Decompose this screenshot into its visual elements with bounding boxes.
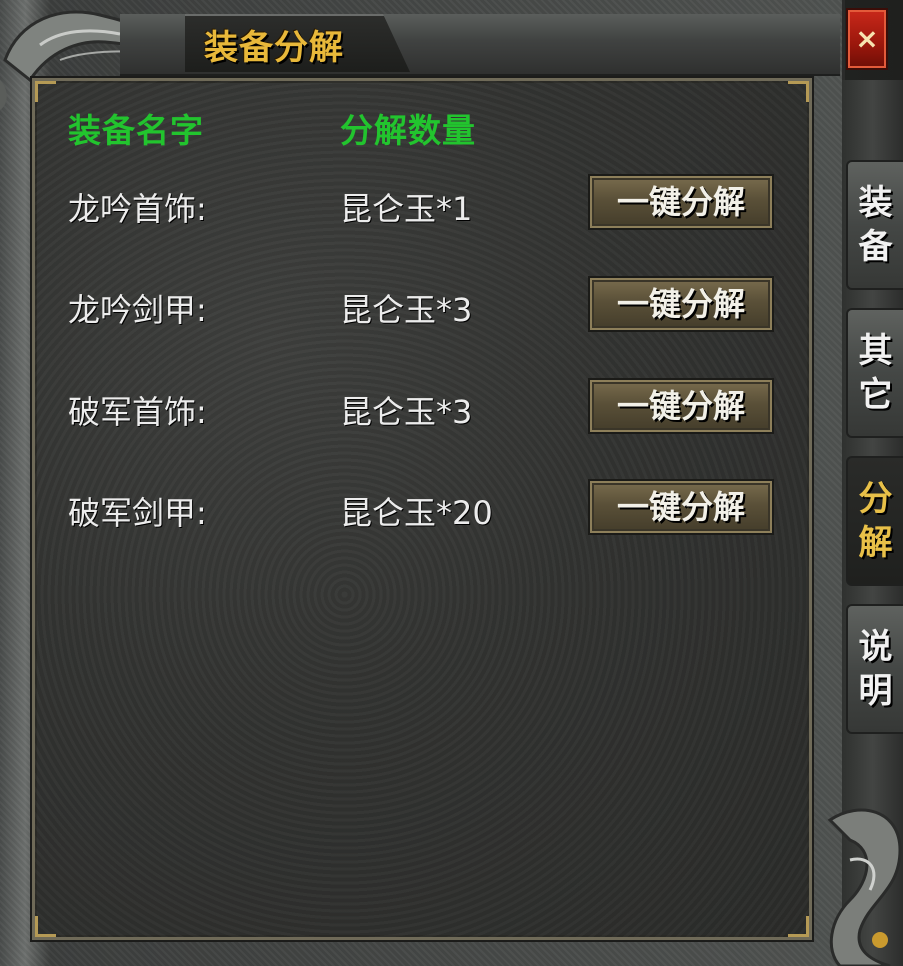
tab-instructions-label-1: 说 bbox=[858, 627, 893, 667]
tab-decompose[interactable]: 分 解 bbox=[846, 456, 903, 586]
decompose-quantity: 昆仑玉*3 bbox=[340, 393, 473, 431]
equipment-name-header: 装备名字 bbox=[68, 111, 204, 150]
one-click-decompose-button[interactable]: 一键分解 bbox=[588, 174, 774, 230]
equipment-name: 龙吟首饰: bbox=[68, 190, 207, 228]
window-title: 装备分解 bbox=[204, 28, 344, 68]
decompose-quantity: 昆仑玉*1 bbox=[340, 190, 473, 228]
tab-other[interactable]: 其 它 bbox=[846, 308, 903, 438]
decompose-quantity: 昆仑玉*20 bbox=[340, 494, 493, 532]
close-button[interactable]: × bbox=[846, 8, 888, 70]
tab-other-label-1: 其 bbox=[858, 331, 893, 371]
one-click-decompose-button[interactable]: 一键分解 bbox=[588, 479, 774, 535]
decompose-quantity-header: 分解数量 bbox=[340, 111, 476, 150]
one-click-decompose-button[interactable]: 一键分解 bbox=[588, 276, 774, 332]
equipment-name: 龙吟剑甲: bbox=[68, 291, 207, 329]
one-click-decompose-button[interactable]: 一键分解 bbox=[588, 378, 774, 434]
equipment-name: 破军剑甲: bbox=[68, 494, 207, 532]
tab-equipment[interactable]: 装 备 bbox=[846, 160, 903, 290]
corner-ornament bbox=[788, 916, 809, 937]
tab-equipment-label-1: 装 bbox=[858, 183, 893, 223]
tab-decompose-label-2: 解 bbox=[858, 523, 893, 563]
tab-instructions-label-2: 明 bbox=[858, 671, 893, 711]
tab-equipment-label-2: 备 bbox=[858, 227, 893, 267]
decompose-quantity: 昆仑玉*3 bbox=[340, 291, 473, 329]
tab-other-label-2: 它 bbox=[858, 375, 893, 415]
game-window: 装备分解 × 装 备 其 它 分 解 说 明 装备名字 分解数量 龙吟首饰: 昆… bbox=[0, 0, 903, 966]
tab-decompose-label-1: 分 bbox=[858, 479, 893, 519]
corner-ornament bbox=[35, 916, 56, 937]
bottom-dragon-ornament-icon bbox=[827, 808, 902, 966]
equipment-name: 破军首饰: bbox=[68, 393, 207, 431]
tab-instructions[interactable]: 说 明 bbox=[846, 604, 903, 734]
corner-ornament bbox=[788, 81, 809, 102]
corner-ornament bbox=[35, 81, 56, 102]
